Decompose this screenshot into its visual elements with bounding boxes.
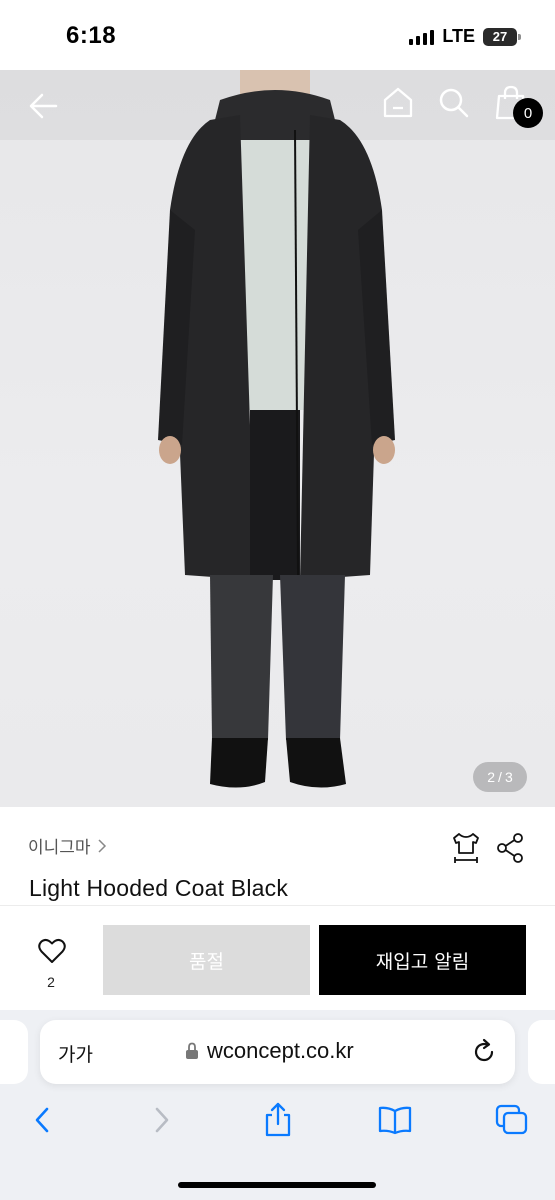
- product-image[interactable]: 2 / 3: [0, 70, 555, 807]
- wishlist-button[interactable]: 2: [26, 934, 76, 994]
- pager-current: 2: [487, 769, 496, 785]
- size-guide-icon[interactable]: [450, 831, 482, 865]
- search-icon[interactable]: [437, 86, 471, 120]
- battery-level: 27: [492, 29, 508, 44]
- url-display[interactable]: wconcept.co.kr: [185, 1038, 354, 1064]
- chevron-right-icon: [98, 838, 106, 853]
- browser-forward-button[interactable]: [142, 1098, 182, 1142]
- bookmarks-icon: [378, 1106, 412, 1135]
- reload-icon[interactable]: [470, 1038, 498, 1066]
- signal-icon: [409, 29, 435, 45]
- share-upload-icon: [265, 1102, 291, 1137]
- back-arrow-icon[interactable]: [26, 88, 62, 124]
- browser-back-button[interactable]: [22, 1098, 62, 1142]
- sold-out-button: 품절: [103, 925, 310, 995]
- text-size-button[interactable]: 가가: [58, 1040, 93, 1067]
- browser-chrome: 가가 wconcept.co.kr: [0, 1010, 555, 1200]
- network-type: LTE: [442, 26, 475, 46]
- browser-toolbar: [0, 1098, 555, 1142]
- heart-icon: [38, 938, 66, 963]
- status-time: 6:18: [66, 22, 117, 49]
- pager-separator: /: [498, 769, 502, 785]
- chevron-left-icon: [35, 1107, 49, 1133]
- brand-name: 이니그마: [28, 838, 91, 857]
- lock-icon: [186, 1042, 198, 1059]
- browser-tabs-button[interactable]: [492, 1098, 532, 1142]
- brand-link[interactable]: 이니그마: [28, 833, 107, 858]
- browser-share-button[interactable]: [258, 1098, 298, 1142]
- url-text: wconcept.co.kr: [207, 1038, 354, 1063]
- browser-bookmarks-button[interactable]: [375, 1098, 415, 1142]
- home-indicator: [178, 1182, 376, 1188]
- image-pager: 2 / 3: [473, 762, 527, 792]
- coat-model-illustration: [158, 70, 395, 788]
- battery-icon: 27: [483, 27, 521, 46]
- status-indicators: LTE 27: [409, 26, 521, 47]
- restock-alert-button[interactable]: 재입고 알림: [319, 925, 526, 995]
- previous-tab-peek[interactable]: [0, 1020, 28, 1084]
- share-icon[interactable]: [496, 833, 524, 863]
- status-bar: 6:18 LTE 27: [0, 0, 555, 70]
- tabs-icon: [495, 1104, 528, 1135]
- chevron-right-icon: [155, 1107, 169, 1133]
- purchase-action-bar: 2 품절 재입고 알림: [0, 905, 555, 1010]
- product-title: Light Hooded Coat Black: [29, 875, 289, 901]
- pager-total: 3: [504, 769, 513, 785]
- home-icon[interactable]: [381, 86, 415, 120]
- product-info: 이니그마 Light Hooded Coat Black: [0, 807, 555, 905]
- cart-count-badge: 0: [513, 98, 543, 128]
- next-tab-peek[interactable]: [528, 1020, 555, 1084]
- wishlist-count: 2: [47, 974, 55, 990]
- address-bar[interactable]: 가가 wconcept.co.kr: [40, 1020, 515, 1084]
